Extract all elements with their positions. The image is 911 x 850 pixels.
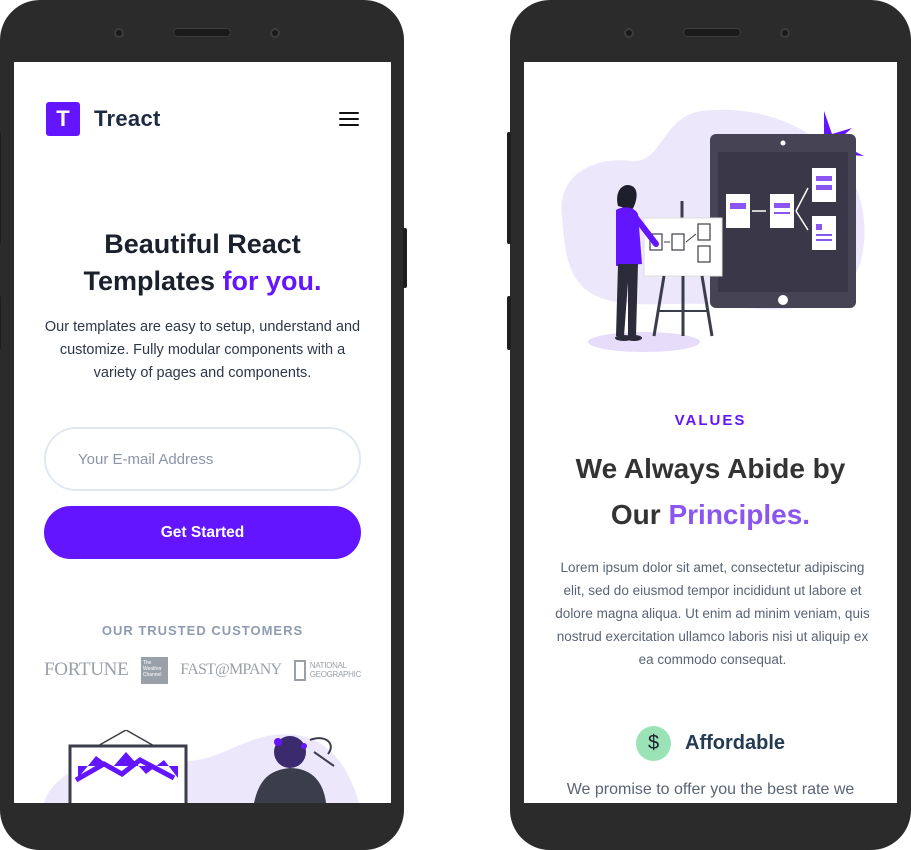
natgeo-frame-icon (293, 659, 306, 681)
screen-left: T Treact Beautiful React Templates for y… (14, 62, 391, 803)
section-title-accent: Principles. (668, 499, 811, 530)
navbar: T Treact (46, 102, 359, 136)
section-title-line1: We Always Abide by (575, 453, 846, 484)
side-button (0, 132, 1, 244)
side-button (403, 228, 407, 288)
hero-description: Our templates are easy to setup, underst… (44, 319, 361, 381)
hero-title-accent: for you. (222, 266, 322, 296)
trusted-customers-heading: OUR TRUSTED CUSTOMERS (101, 623, 304, 638)
speaker-icon (173, 28, 231, 37)
phone-frame-right: VALUES We Always Abide by Our Principles… (507, 0, 911, 850)
weather-channel-logo: The Weather Channel (140, 656, 168, 684)
section-title-line2: Our (610, 499, 669, 530)
email-field[interactable] (44, 427, 361, 491)
hero-title-line1: Beautiful React (104, 229, 301, 259)
section-description: Lorem ipsum dolor sit amet, consectetur … (555, 560, 870, 667)
fastcompany-logo: FAST@MPANY (180, 661, 282, 678)
feature-affordable: $ Affordable (524, 726, 897, 761)
dollar-icon: $ (636, 726, 671, 761)
phone-top-bezel (0, 0, 404, 62)
device-mockups: T Treact Beautiful React Templates for y… (0, 0, 911, 850)
sensor-icon (624, 28, 634, 38)
menu-icon[interactable] (339, 112, 359, 126)
natgeo-line1: NATIONAL (309, 661, 347, 670)
side-button (0, 296, 1, 350)
side-button (507, 132, 511, 244)
section-title: We Always Abide by Our Principles. (524, 446, 897, 538)
get-started-button[interactable]: Get Started (44, 506, 361, 559)
phone-top-bezel (510, 0, 911, 62)
customer-logos: FORTUNE The Weather Channel FAST@MPANY N… (44, 656, 361, 684)
bottom-illustration (44, 730, 359, 803)
fortune-logo: FORTUNE (44, 659, 129, 680)
brand-logo[interactable]: T (46, 102, 80, 136)
natgeo-line2: GEOGRAPHIC (309, 670, 362, 679)
phone-frame-left: T Treact Beautiful React Templates for y… (0, 0, 407, 850)
screen-right: VALUES We Always Abide by Our Principles… (524, 62, 897, 803)
section-eyebrow: VALUES (674, 412, 747, 429)
camera-icon (270, 28, 280, 38)
sensor-icon (114, 28, 124, 38)
natgeo-logo: NATIONAL GEOGRAPHIC (293, 659, 362, 681)
hero-title-line2: Templates (83, 266, 223, 296)
values-illustration (561, 109, 865, 352)
camera-icon (780, 28, 790, 38)
hero-title: Beautiful React Templates for you. (14, 226, 391, 300)
feature-description: We promise to offer you the best rate we (566, 781, 855, 798)
feature-label: Affordable (685, 732, 785, 754)
speaker-icon (683, 28, 741, 37)
brand-name[interactable]: Treact (94, 106, 161, 132)
side-button (507, 296, 511, 350)
